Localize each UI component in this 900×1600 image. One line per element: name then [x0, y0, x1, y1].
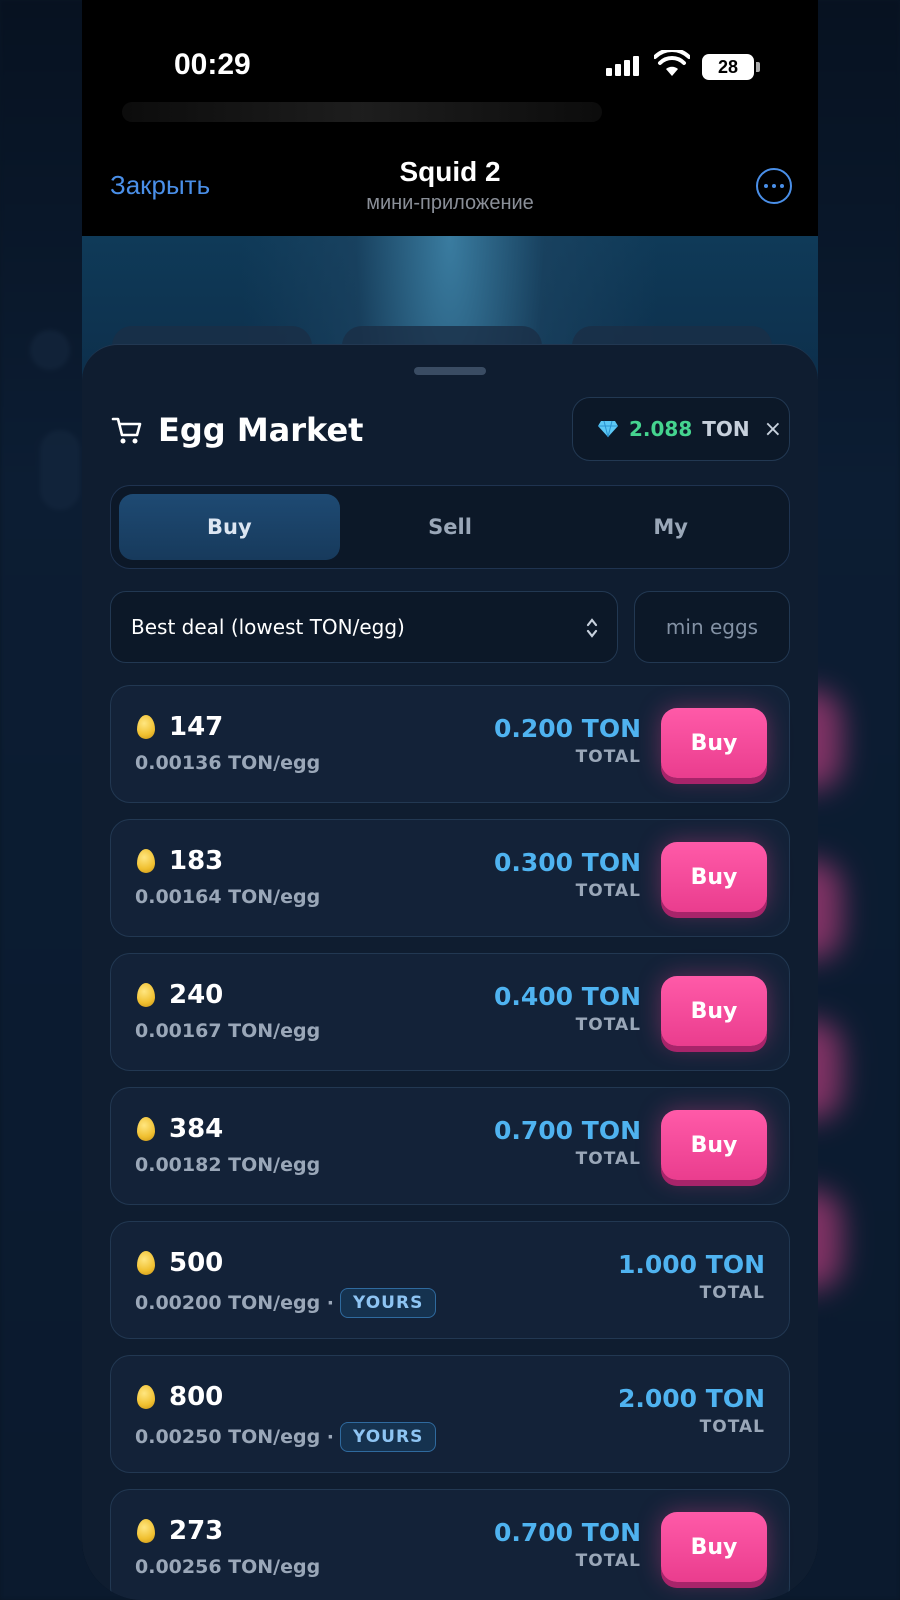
egg-count: 800 — [169, 1382, 224, 1412]
sort-select-value: Best deal (lowest TON/egg) — [131, 615, 405, 639]
total-price: 0.400 TON — [493, 982, 641, 1011]
status-bar: 00:29 28 — [82, 0, 818, 122]
tab-buy[interactable]: Buy — [119, 494, 340, 560]
buy-button[interactable]: Buy — [661, 842, 767, 912]
listing-row: 273 0.00256 TON/egg 0.700 TON TOTAL Buy — [110, 1489, 790, 1600]
egg-icon — [137, 1251, 155, 1275]
more-options-button[interactable] — [756, 168, 792, 204]
balance-unit: TON — [702, 417, 750, 441]
egg-count: 240 — [169, 980, 224, 1010]
market-tabs: Buy Sell My — [110, 485, 790, 569]
total-label: TOTAL — [575, 1015, 641, 1035]
egg-count: 500 — [169, 1248, 224, 1278]
total-label: TOTAL — [699, 1283, 765, 1303]
filters-row: Best deal (lowest TON/egg) min eggs — [110, 591, 790, 663]
egg-icon — [137, 1117, 155, 1141]
listing-row: 183 0.00164 TON/egg 0.300 TON TOTAL Buy — [110, 819, 790, 937]
egg-icon — [137, 715, 155, 739]
signal-icon — [606, 56, 639, 76]
price-per-egg: 0.00256 TON/egg — [135, 1556, 321, 1578]
total-price: 0.700 TON — [493, 1518, 641, 1547]
price-per-egg: 0.00167 TON/egg — [135, 1020, 321, 1042]
yours-badge: YOURS — [340, 1422, 437, 1452]
total-price: 0.300 TON — [493, 848, 641, 877]
tab-my[interactable]: My — [560, 494, 781, 560]
buy-button[interactable]: Buy — [661, 1512, 767, 1582]
buy-button[interactable]: Buy — [661, 976, 767, 1046]
egg-icon — [137, 1519, 155, 1543]
cart-icon — [111, 417, 142, 444]
egg-count: 384 — [169, 1114, 224, 1144]
total-label: TOTAL — [575, 1149, 641, 1169]
chevron-up-down-icon — [586, 618, 598, 638]
phone-screen: 00:29 28 Закрыть Squid 2 мини-приложение — [82, 0, 818, 1600]
disconnect-icon[interactable]: × — [764, 417, 782, 442]
market-title: Egg Market — [158, 411, 364, 449]
total-label: TOTAL — [575, 881, 641, 901]
tab-sell[interactable]: Sell — [340, 494, 561, 560]
listing-row-own: 500 0.00200 TON/egg · YOURS 1.000 TON TOTA… — [110, 1221, 790, 1339]
price-per-egg: 0.00164 TON/egg — [135, 886, 321, 908]
listing-row: 240 0.00167 TON/egg 0.400 TON TOTAL Buy — [110, 953, 790, 1071]
app-switcher-shadow — [122, 102, 602, 122]
total-label: TOTAL — [699, 1417, 765, 1437]
egg-count: 147 — [169, 712, 224, 742]
market-header: Egg Market — [110, 411, 363, 449]
egg-icon — [137, 849, 155, 873]
total-price: 0.200 TON — [493, 714, 641, 743]
sort-select[interactable]: Best deal (lowest TON/egg) — [110, 591, 618, 663]
total-price: 2.000 TON — [617, 1384, 765, 1413]
min-eggs-input[interactable]: min eggs — [634, 591, 790, 663]
listing-row-own: 800 0.00250 TON/egg · YOURS 2.000 TON TOTA… — [110, 1355, 790, 1473]
egg-count: 183 — [169, 846, 224, 876]
total-price: 1.000 TON — [617, 1250, 765, 1279]
status-time: 00:29 — [174, 48, 251, 81]
buy-button[interactable]: Buy — [661, 1110, 767, 1180]
total-label: TOTAL — [575, 1551, 641, 1571]
price-per-egg: 0.00182 TON/egg — [135, 1154, 321, 1176]
telegram-header: Закрыть Squid 2 мини-приложение — [82, 130, 818, 236]
egg-icon — [137, 1385, 155, 1409]
sheet-drag-handle[interactable] — [414, 367, 486, 375]
price-per-egg: 0.00250 TON/egg · YOURS — [135, 1422, 437, 1452]
listing-row: 147 0.00136 TON/egg 0.200 TON TOTAL Buy — [110, 685, 790, 803]
egg-count: 273 — [169, 1516, 224, 1546]
ton-balance[interactable]: 2.088 TON × — [572, 397, 790, 461]
balance-value: 2.088 — [629, 417, 693, 441]
total-price: 0.700 TON — [493, 1116, 641, 1145]
app-subtitle: мини-приложение — [366, 192, 534, 214]
diamond-icon — [598, 420, 618, 438]
egg-icon — [137, 983, 155, 1007]
wifi-icon — [654, 50, 690, 76]
listings: 147 0.00136 TON/egg 0.200 TON TOTAL Buy 1… — [110, 685, 790, 1600]
battery-icon: 28 — [702, 54, 760, 80]
buy-button[interactable]: Buy — [661, 708, 767, 778]
price-per-egg: 0.00136 TON/egg — [135, 752, 321, 774]
app-title: Squid 2 — [399, 156, 501, 187]
total-label: TOTAL — [575, 747, 641, 767]
price-per-egg: 0.00200 TON/egg · YOURS — [135, 1288, 437, 1318]
listing-row: 384 0.00182 TON/egg 0.700 TON TOTAL Buy — [110, 1087, 790, 1205]
yours-badge: YOURS — [340, 1288, 437, 1318]
egg-market-sheet: Egg Market 2.088 TON × Buy Sell My Best … — [82, 344, 818, 1600]
